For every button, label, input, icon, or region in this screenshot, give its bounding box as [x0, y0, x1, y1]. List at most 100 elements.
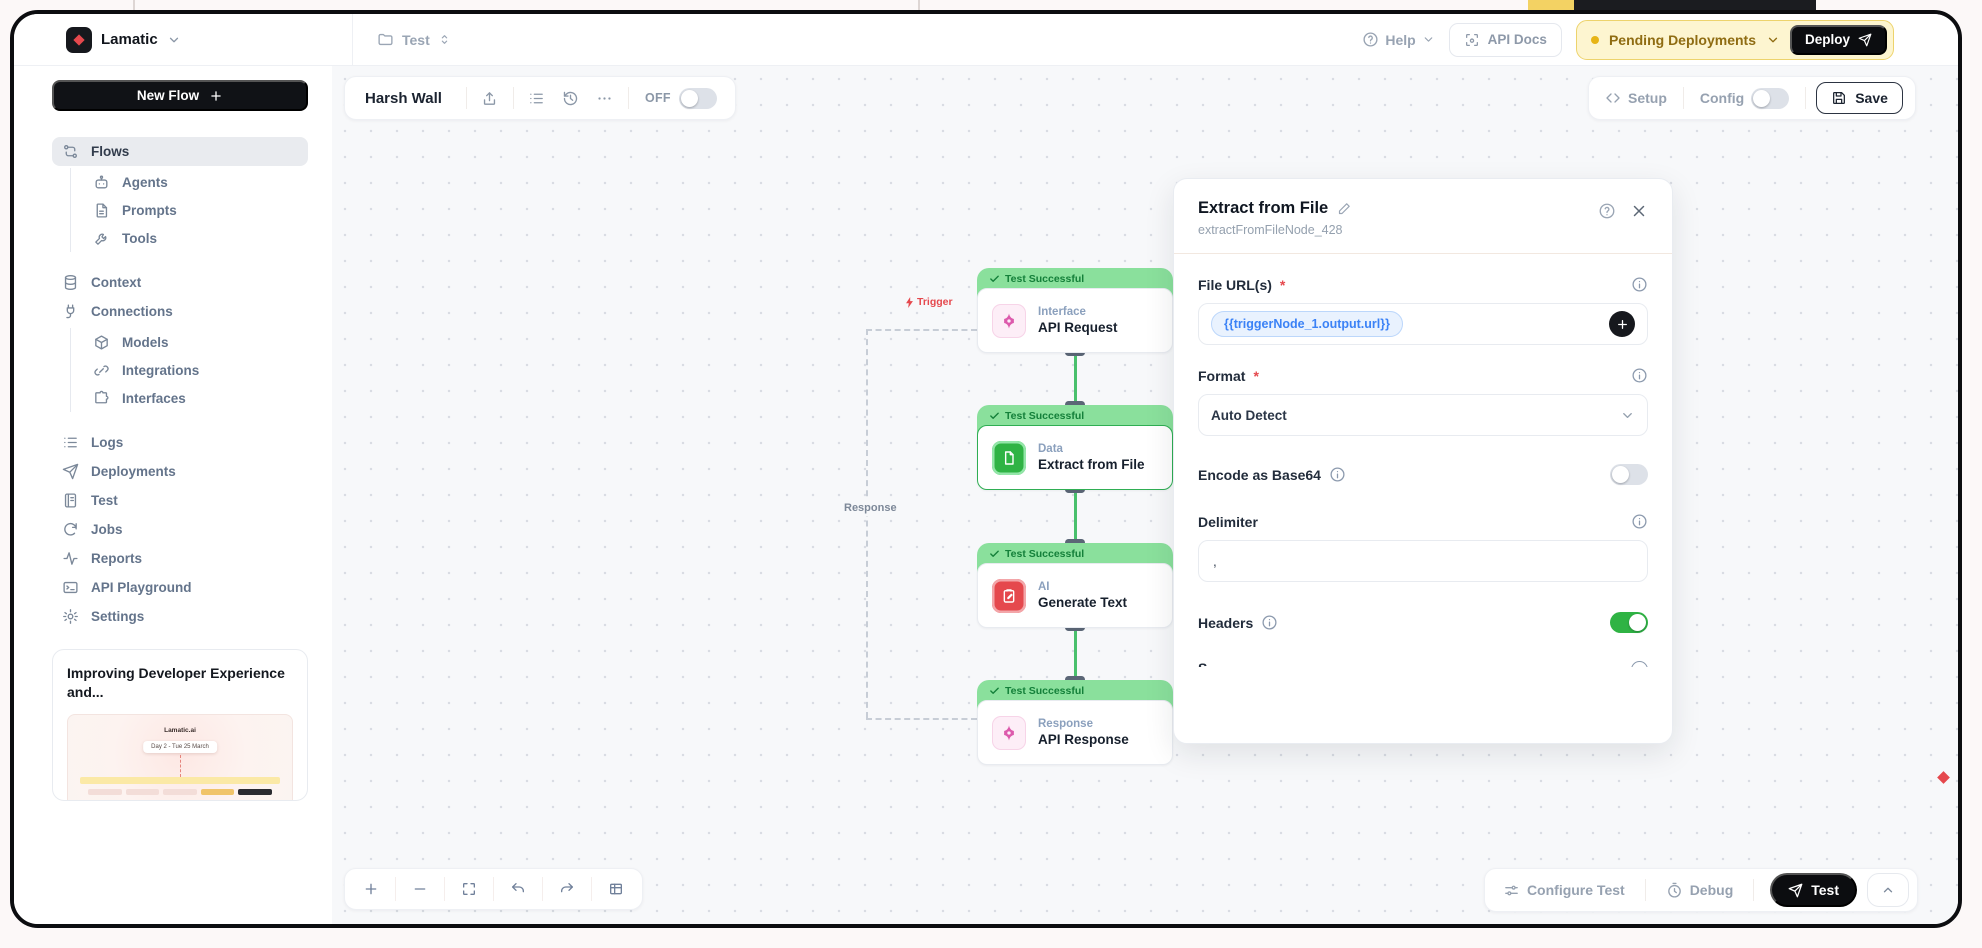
sidebar: New Flow Flows Agents Prompts Tools	[14, 66, 332, 924]
workspace-switcher[interactable]: Lamatic	[14, 27, 352, 53]
api-docs-button[interactable]: API Docs	[1449, 23, 1562, 57]
response-edge-label: Response	[840, 500, 901, 516]
promo-thumb-highlight-bar	[80, 777, 280, 784]
plus-icon	[1616, 318, 1629, 331]
file-url-input[interactable]: {{triggerNode_1.output.url}}	[1198, 303, 1648, 345]
scan-frame-icon	[1464, 32, 1480, 48]
sidebar-item-label: Interfaces	[122, 391, 186, 406]
list-icon	[528, 90, 545, 107]
flow-node-api-response[interactable]: Test Successful Response API Response	[977, 680, 1173, 765]
format-select[interactable]: Auto Detect	[1198, 394, 1648, 436]
setup-button[interactable]: Setup	[1595, 90, 1677, 106]
sidebar-item-label: Reports	[91, 551, 142, 566]
node-card[interactable]: Interface API Request	[977, 288, 1173, 353]
flow-node-generate-text[interactable]: Test Successful AI Generate Text	[977, 543, 1173, 628]
grid-table-button[interactable]	[594, 872, 638, 906]
project-selector[interactable]: Test	[353, 31, 451, 48]
pending-deployments-label[interactable]: Pending Deployments	[1609, 32, 1756, 48]
promo-thumb-brand: Lamatic.ai	[68, 727, 292, 734]
info-icon[interactable]	[1329, 466, 1346, 483]
sidebar-item-reports[interactable]: Reports	[52, 544, 308, 573]
edit-pencil-icon[interactable]	[1337, 201, 1352, 216]
sidebar-item-flows[interactable]: Flows	[52, 137, 308, 166]
sidebar-item-context[interactable]: Context	[52, 268, 308, 297]
node-title: API Response	[1038, 732, 1129, 747]
zoom-out-button[interactable]	[398, 872, 442, 906]
fit-view-button[interactable]	[447, 872, 491, 906]
redo-button[interactable]	[545, 872, 589, 906]
flows-icon	[62, 143, 79, 160]
info-icon[interactable]	[1261, 614, 1278, 631]
test-button[interactable]: Test	[1770, 873, 1857, 907]
flow-node-extract-from-file[interactable]: Test Successful Data Extract from File	[977, 405, 1173, 490]
version-history-button[interactable]	[554, 81, 588, 115]
flow-node-api-request[interactable]: Test Successful Interface API Request	[977, 268, 1173, 353]
headers-toggle[interactable]	[1610, 612, 1648, 633]
sidebar-item-test[interactable]: Test	[52, 486, 308, 515]
node-title: API Request	[1038, 320, 1118, 335]
encode-base64-toggle[interactable]	[1610, 464, 1648, 485]
lamatic-logo	[66, 27, 92, 53]
format-value: Auto Detect	[1211, 408, 1287, 423]
sidebar-item-models[interactable]: Models	[83, 328, 308, 356]
promo-card[interactable]: Improving Developer Experience and... La…	[52, 649, 308, 801]
info-icon[interactable]	[1631, 276, 1648, 293]
undo-button[interactable]	[496, 872, 540, 906]
sidebar-item-agents[interactable]: Agents	[83, 168, 308, 196]
help-menu[interactable]: Help	[1362, 31, 1434, 48]
sidebar-item-api-playground[interactable]: API Playground	[52, 573, 308, 602]
sidebar-item-settings[interactable]: Settings	[52, 602, 308, 631]
deploy-button[interactable]: Deploy	[1790, 25, 1887, 55]
share-export-button[interactable]	[473, 81, 507, 115]
node-list-button[interactable]	[520, 81, 554, 115]
response-node-icon	[992, 716, 1026, 750]
check-icon	[989, 410, 1000, 421]
document-icon	[93, 202, 110, 219]
sidebar-item-jobs[interactable]: Jobs	[52, 515, 308, 544]
connector-line	[1074, 626, 1077, 682]
gear-icon	[62, 608, 79, 625]
configure-test-button[interactable]: Configure Test	[1493, 882, 1635, 899]
new-flow-button[interactable]: New Flow	[52, 80, 308, 111]
node-card[interactable]: Response API Response	[977, 700, 1173, 765]
config-toggle[interactable]	[1751, 88, 1789, 109]
add-url-button[interactable]	[1609, 311, 1635, 337]
sidebar-item-prompts[interactable]: Prompts	[83, 196, 308, 224]
check-icon	[989, 685, 1000, 696]
robot-icon	[93, 174, 110, 191]
flow-enable-toggle[interactable]	[679, 88, 717, 109]
chevron-down-icon[interactable]	[1766, 33, 1780, 47]
project-name: Test	[402, 32, 430, 48]
close-icon[interactable]	[1630, 202, 1648, 220]
list-icon	[62, 434, 79, 451]
response-edge-dashed	[866, 329, 868, 718]
more-options-button[interactable]	[588, 81, 622, 115]
sidebar-item-tools[interactable]: Tools	[83, 224, 308, 252]
sidebar-item-deployments[interactable]: Deployments	[52, 457, 308, 486]
info-icon[interactable]	[1631, 367, 1648, 384]
sidebar-item-connections[interactable]: Connections	[52, 297, 308, 326]
node-card-selected[interactable]: Data Extract from File	[977, 425, 1173, 490]
collapse-panel-button[interactable]	[1867, 873, 1909, 907]
trigger-edge-dashed	[866, 329, 977, 331]
save-button[interactable]: Save	[1816, 82, 1903, 114]
info-icon[interactable]	[1631, 513, 1648, 530]
plus-icon	[363, 881, 379, 897]
sidebar-item-integrations[interactable]: Integrations	[83, 356, 308, 384]
sidebar-item-label: Tools	[122, 231, 157, 246]
node-card[interactable]: AI Generate Text	[977, 563, 1173, 628]
sidebar-item-logs[interactable]: Logs	[52, 428, 308, 457]
sidebar-item-interfaces[interactable]: Interfaces	[83, 384, 308, 412]
zoom-in-button[interactable]	[349, 872, 393, 906]
help-circle-icon	[1362, 31, 1379, 48]
flow-canvas[interactable]: Harsh Wall OFF Setup	[332, 66, 1958, 924]
sidebar-item-label: Prompts	[122, 203, 177, 218]
sidebar-item-label: Integrations	[122, 363, 199, 378]
debug-button[interactable]: Debug	[1656, 882, 1744, 899]
help-circle-icon[interactable]	[1598, 202, 1616, 220]
background-window-strip	[1574, 0, 1816, 10]
variable-pill[interactable]: {{triggerNode_1.output.url}}	[1211, 311, 1403, 337]
response-edge-dashed	[866, 718, 977, 720]
plus-icon	[209, 89, 223, 103]
delimiter-input[interactable]: ,	[1198, 540, 1648, 582]
